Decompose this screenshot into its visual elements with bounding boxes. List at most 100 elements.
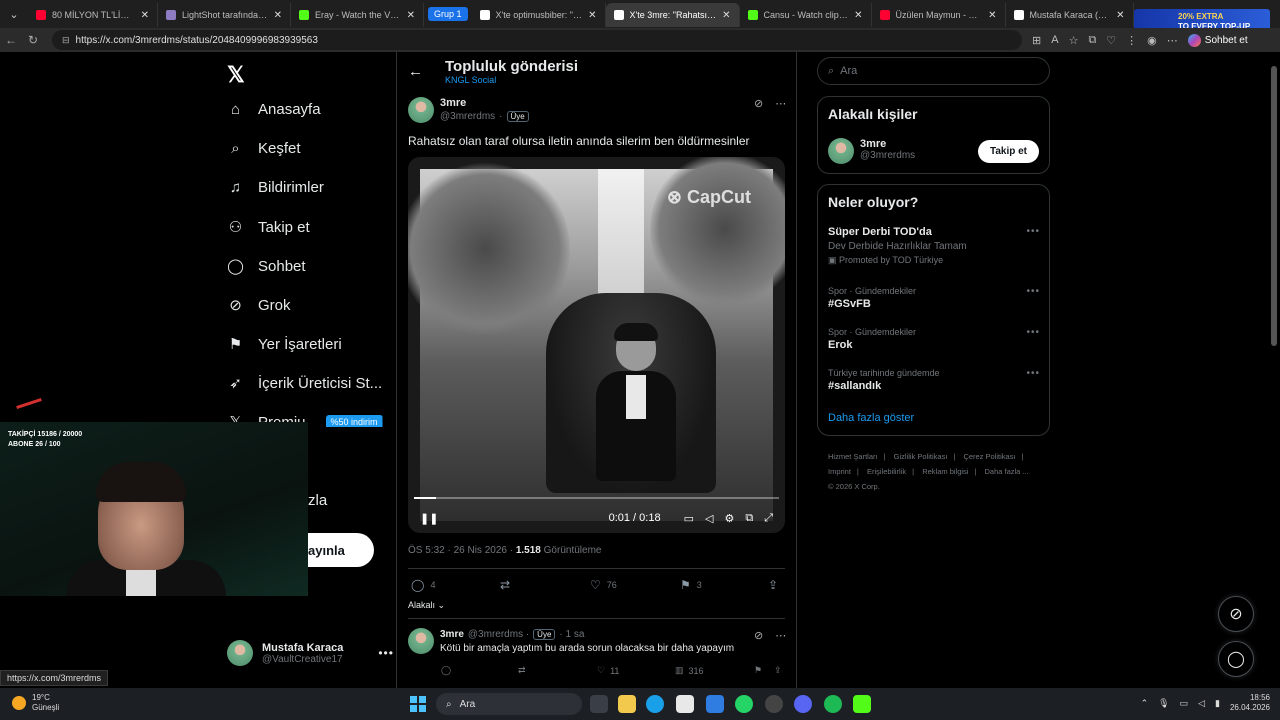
captions-icon[interactable]: ▭ [684, 512, 694, 525]
video-progress-bar[interactable] [414, 497, 779, 499]
footer-more-link[interactable]: Daha fazla ... [985, 467, 1029, 476]
x-logo-icon[interactable]: 𝕏 [227, 62, 245, 88]
collections-icon[interactable]: ⋮ [1126, 34, 1137, 47]
browser-tab[interactable]: Üzülen Maymun - YouTube ✕ [872, 3, 1006, 27]
account-switcher[interactable]: Mustafa Karaca @VaultCreative17 ••• [227, 640, 394, 666]
grok-fab[interactable]: ⊘ [1218, 596, 1254, 632]
reply-author-handle[interactable]: @3mrerdms · [468, 629, 529, 640]
split-screen-icon[interactable]: ⊞ [1032, 34, 1041, 47]
reply-time[interactable]: · 1 sa [559, 629, 584, 640]
mail-icon[interactable] [706, 695, 724, 713]
nav-follow[interactable]: ⚇ Takip et [227, 218, 310, 237]
more-icon[interactable]: ••• [378, 646, 394, 660]
avatar[interactable] [408, 628, 434, 654]
nav-explore[interactable]: ⌕ Keşfet [227, 140, 300, 157]
follow-button[interactable]: Takip et [977, 140, 1039, 163]
reply-bookmark-button[interactable]: ⚑ [754, 665, 762, 676]
repost-button[interactable]: ⇄ [500, 578, 510, 592]
more-icon[interactable]: ⋯ [775, 629, 786, 642]
chrome-icon[interactable] [765, 695, 783, 713]
grok-icon[interactable]: ⊘ [754, 629, 763, 642]
show-more-link[interactable]: Daha fazla göster [828, 412, 914, 424]
more-icon[interactable]: ••• [1026, 368, 1040, 379]
url-field[interactable]: ⊟ https://x.com/3mrerdms/status/20484099… [52, 30, 1022, 50]
grok-icon[interactable]: ⊘ [754, 97, 763, 110]
footer-link[interactable]: Reklam bilgisi [922, 467, 968, 476]
volume-icon[interactable]: ◁ [705, 512, 713, 525]
spotify-icon[interactable] [824, 695, 842, 713]
close-icon[interactable]: ✕ [274, 10, 282, 21]
settings-icon[interactable]: ⚙ [724, 512, 734, 525]
reload-icon[interactable]: ↻ [22, 33, 44, 47]
browser-tab-active[interactable]: X'te 3mre: "Rahatsız olan ta ✕ [605, 3, 740, 27]
community-link[interactable]: KNGL Social [445, 75, 496, 85]
nav-notifications[interactable]: ♫ Bildirimler [227, 179, 324, 196]
nav-home[interactable]: ⌂ Anasayfa [227, 101, 321, 118]
close-icon[interactable]: ✕ [854, 10, 862, 21]
reply-button[interactable]: ◯ 4 [411, 578, 435, 592]
profile-icon[interactable]: ◉ [1147, 34, 1157, 47]
post-author-handle[interactable]: @3mrerdms [440, 111, 495, 122]
footer-link[interactable]: Hizmet Şartları [828, 452, 878, 461]
network-icon[interactable]: ▭ [1180, 698, 1189, 709]
footer-link[interactable]: Erişilebilirlik [867, 467, 906, 476]
browser-tab[interactable]: 80 MİLYON TL'LİK YAYINCI ✕ [28, 3, 158, 27]
reply-views[interactable]: ▥ 316 [675, 665, 704, 676]
search-input[interactable]: ⌕ Ara [817, 57, 1050, 85]
more-icon[interactable]: ••• [1026, 226, 1040, 237]
back-arrow-icon[interactable]: ← [408, 63, 423, 80]
nav-bookmarks[interactable]: ⚑ Yer İşaretleri [227, 335, 342, 354]
nav-grok[interactable]: ⊘ Grok [227, 296, 290, 315]
nav-more-partial[interactable]: zla [308, 492, 327, 509]
task-view-icon[interactable] [590, 695, 608, 713]
more-icon[interactable]: ••• [1026, 286, 1040, 297]
close-icon[interactable]: ✕ [988, 10, 996, 21]
chevron-up-icon[interactable]: ⌃ [1141, 698, 1149, 709]
taskbar-search[interactable]: ⌕ Ara [436, 693, 582, 715]
trend-item[interactable]: Süper Derbi TOD'da Dev Derbide Hazırlıkl… [828, 226, 1040, 266]
more-icon[interactable]: ⋯ [1167, 34, 1178, 47]
like-button[interactable]: ♡ 76 [590, 578, 617, 592]
reply-reply-button[interactable]: ◯ [441, 665, 451, 676]
trend-item[interactable]: Spor · Gündemdekiler #GSvFB ••• [828, 286, 1040, 310]
weather-widget[interactable]: 19°C Güneşli [12, 693, 59, 713]
performance-icon[interactable]: ♡ [1106, 34, 1116, 47]
reply-author-name[interactable]: 3mre [440, 629, 464, 640]
pip-icon[interactable]: ⧉ [745, 512, 753, 525]
browser-tab[interactable]: LightShot tarafından Ekran ✕ [158, 3, 291, 27]
edge-icon[interactable] [646, 695, 664, 713]
video-player[interactable]: ⊗ CapCut ❚❚ 0:01 / 0:18 ▭ ◁ ⚙ ⧉ ⤢ [408, 157, 785, 533]
avatar[interactable] [828, 138, 854, 164]
nav-chat[interactable]: ◯ Sohbet [227, 257, 305, 276]
read-aloud-icon[interactable]: A [1051, 34, 1058, 46]
app-icon[interactable] [853, 695, 871, 713]
browser-tab[interactable]: X'te optimusbiber: "NEEE o ✕ [472, 3, 606, 27]
extensions-icon[interactable]: ⧉ [1088, 34, 1096, 47]
battery-icon[interactable]: ▮ [1215, 698, 1220, 709]
post-author-name[interactable]: 3mre [440, 97, 466, 109]
favorite-icon[interactable]: ☆ [1069, 34, 1079, 47]
file-explorer-icon[interactable] [618, 695, 636, 713]
reply-share-button[interactable]: ⇪ [774, 665, 782, 676]
close-icon[interactable]: ✕ [722, 10, 730, 21]
volume-icon[interactable]: ◁ [1198, 698, 1205, 709]
back-icon[interactable]: ← [0, 33, 22, 47]
close-icon[interactable]: ✕ [1116, 10, 1124, 21]
microphone-icon[interactable]: 🎙 [1158, 698, 1169, 709]
scrollbar-thumb[interactable] [1271, 66, 1277, 346]
share-button[interactable]: ⇪ [768, 578, 778, 592]
store-icon[interactable] [676, 695, 694, 713]
browser-tab[interactable]: Cansu - Watch clips on Kick ✕ [740, 3, 872, 27]
reply-repost-button[interactable]: ⇄ [518, 665, 526, 676]
site-info-icon[interactable]: ⊟ [62, 35, 70, 46]
more-icon[interactable]: ••• [1026, 327, 1040, 338]
discord-icon[interactable] [794, 695, 812, 713]
bookmark-button[interactable]: ⚑ 3 [680, 578, 702, 592]
footer-link[interactable]: Imprint [828, 467, 851, 476]
fullscreen-icon[interactable]: ⤢ [764, 512, 773, 525]
tab-actions-menu[interactable]: ⌄ [0, 0, 28, 28]
browser-tab[interactable]: Eray - Watch the VOD on K ✕ [291, 3, 424, 27]
tab-group-chip[interactable]: Grup 1 [428, 7, 468, 21]
close-icon[interactable]: ✕ [588, 10, 596, 21]
footer-link[interactable]: Gizlilik Politikası [894, 452, 948, 461]
